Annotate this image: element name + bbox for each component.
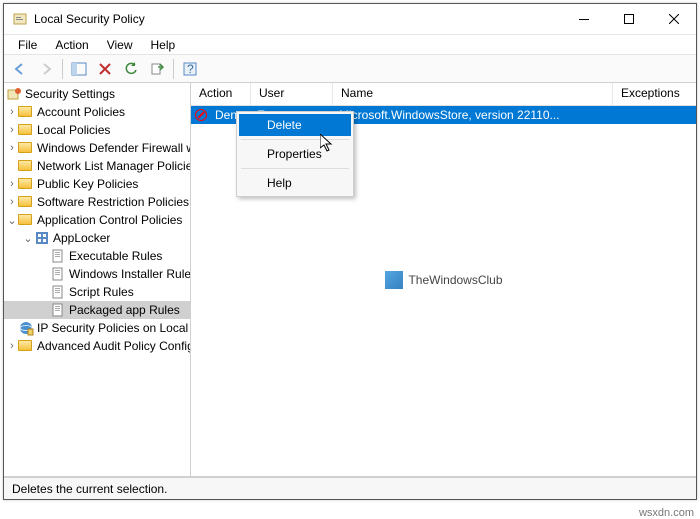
show-hide-button[interactable]: [67, 58, 91, 80]
tree-item[interactable]: › Local Policies: [4, 121, 190, 139]
tree-item-label: Application Control Policies: [37, 213, 182, 227]
tree-item-label: Windows Installer Rules: [69, 267, 190, 281]
tree-item-label: Executable Rules: [69, 249, 162, 263]
column-action[interactable]: Action: [191, 83, 251, 105]
tree-item-label: Script Rules: [69, 285, 134, 299]
app-window: Local Security Policy File Action View H…: [3, 3, 697, 500]
context-menu-separator: [241, 139, 349, 140]
toolbar-separator: [173, 59, 174, 79]
tree-item-label: AppLocker: [53, 231, 110, 245]
tree-item-label: Local Policies: [37, 123, 110, 137]
menubar: File Action View Help: [4, 35, 696, 55]
chevron-right-icon[interactable]: ›: [6, 124, 18, 136]
context-menu: Delete Properties Help: [236, 111, 354, 197]
forward-button[interactable]: [34, 58, 58, 80]
menu-help[interactable]: Help: [143, 37, 184, 53]
tree-item[interactable]: › Public Key Policies: [4, 175, 190, 193]
tree-item-label: Windows Defender Firewall with Ad: [37, 141, 190, 155]
list-header: Action User Name Exceptions: [191, 83, 696, 106]
help-button[interactable]: ?: [178, 58, 202, 80]
tree-item-label: Packaged app Rules: [69, 303, 180, 317]
tree-item-label: Advanced Audit Policy Configur: [37, 339, 190, 353]
tree-item[interactable]: › Windows Defender Firewall with Ad: [4, 139, 190, 157]
context-menu-separator: [241, 168, 349, 169]
tree-item[interactable]: Windows Installer Rules: [4, 265, 190, 283]
tree-item[interactable]: › Software Restriction Policies: [4, 193, 190, 211]
tree-item[interactable]: Network List Manager Policies: [4, 157, 190, 175]
tree-item-label: Public Key Policies: [37, 177, 138, 191]
watermark: TheWindowsClub: [384, 271, 502, 289]
cell-name: Microsoft.WindowsStore, version 22110...: [331, 108, 611, 122]
chevron-right-icon[interactable]: ›: [6, 196, 18, 208]
tree-view[interactable]: Security Settings › Account Policies › Loca…: [4, 83, 191, 476]
chevron-right-icon[interactable]: ›: [6, 106, 18, 118]
statusbar: Deletes the current selection.: [4, 477, 696, 499]
context-menu-delete[interactable]: Delete: [239, 114, 351, 136]
watermark-icon: [384, 271, 402, 289]
svg-text:?: ?: [187, 62, 194, 76]
tree-item[interactable]: Packaged app Rules: [4, 301, 190, 319]
toolbar: ?: [4, 55, 696, 83]
minimize-button[interactable]: [561, 4, 606, 35]
chevron-down-icon[interactable]: ⌄: [22, 232, 34, 245]
security-settings-icon: [6, 86, 22, 102]
chevron-right-icon[interactable]: ›: [6, 178, 18, 190]
tree-item[interactable]: IP Security Policies on Local Co: [4, 319, 190, 337]
menu-file[interactable]: File: [10, 37, 45, 53]
context-menu-help[interactable]: Help: [239, 172, 351, 194]
context-menu-properties[interactable]: Properties: [239, 143, 351, 165]
window-title: Local Security Policy: [34, 12, 561, 26]
attribution: wsxdn.com: [639, 507, 694, 519]
close-button[interactable]: [651, 4, 696, 35]
status-text: Deletes the current selection.: [12, 482, 167, 496]
column-user[interactable]: User: [251, 83, 333, 105]
tree-item[interactable]: Executable Rules: [4, 247, 190, 265]
delete-button[interactable]: [93, 58, 117, 80]
tree-item-label: Software Restriction Policies: [37, 195, 189, 209]
tree-item-label: IP Security Policies on Local Co: [37, 321, 190, 335]
chevron-right-icon[interactable]: ›: [6, 142, 18, 154]
chevron-right-icon[interactable]: ›: [6, 340, 18, 352]
chevron-down-icon[interactable]: ⌄: [6, 214, 18, 227]
tree-item[interactable]: › Account Policies: [4, 103, 190, 121]
refresh-button[interactable]: [119, 58, 143, 80]
menu-view[interactable]: View: [99, 37, 141, 53]
tree-item-label: Account Policies: [37, 105, 125, 119]
tree-item[interactable]: ⌄ Application Control Policies: [4, 211, 190, 229]
tree-item-label: Network List Manager Policies: [37, 159, 190, 173]
tree-item[interactable]: Script Rules: [4, 283, 190, 301]
tree-item[interactable]: ⌄ AppLocker: [4, 229, 190, 247]
menu-action[interactable]: Action: [47, 37, 96, 53]
deny-icon: [195, 109, 207, 121]
column-name[interactable]: Name: [333, 83, 613, 105]
toolbar-separator: [62, 59, 63, 79]
export-button[interactable]: [145, 58, 169, 80]
tree-root[interactable]: Security Settings: [4, 85, 190, 103]
maximize-button[interactable]: [606, 4, 651, 35]
back-button[interactable]: [8, 58, 32, 80]
app-icon: [12, 11, 28, 27]
titlebar: Local Security Policy: [4, 4, 696, 35]
tree-item[interactable]: › Advanced Audit Policy Configur: [4, 337, 190, 355]
column-exceptions[interactable]: Exceptions: [613, 83, 696, 105]
